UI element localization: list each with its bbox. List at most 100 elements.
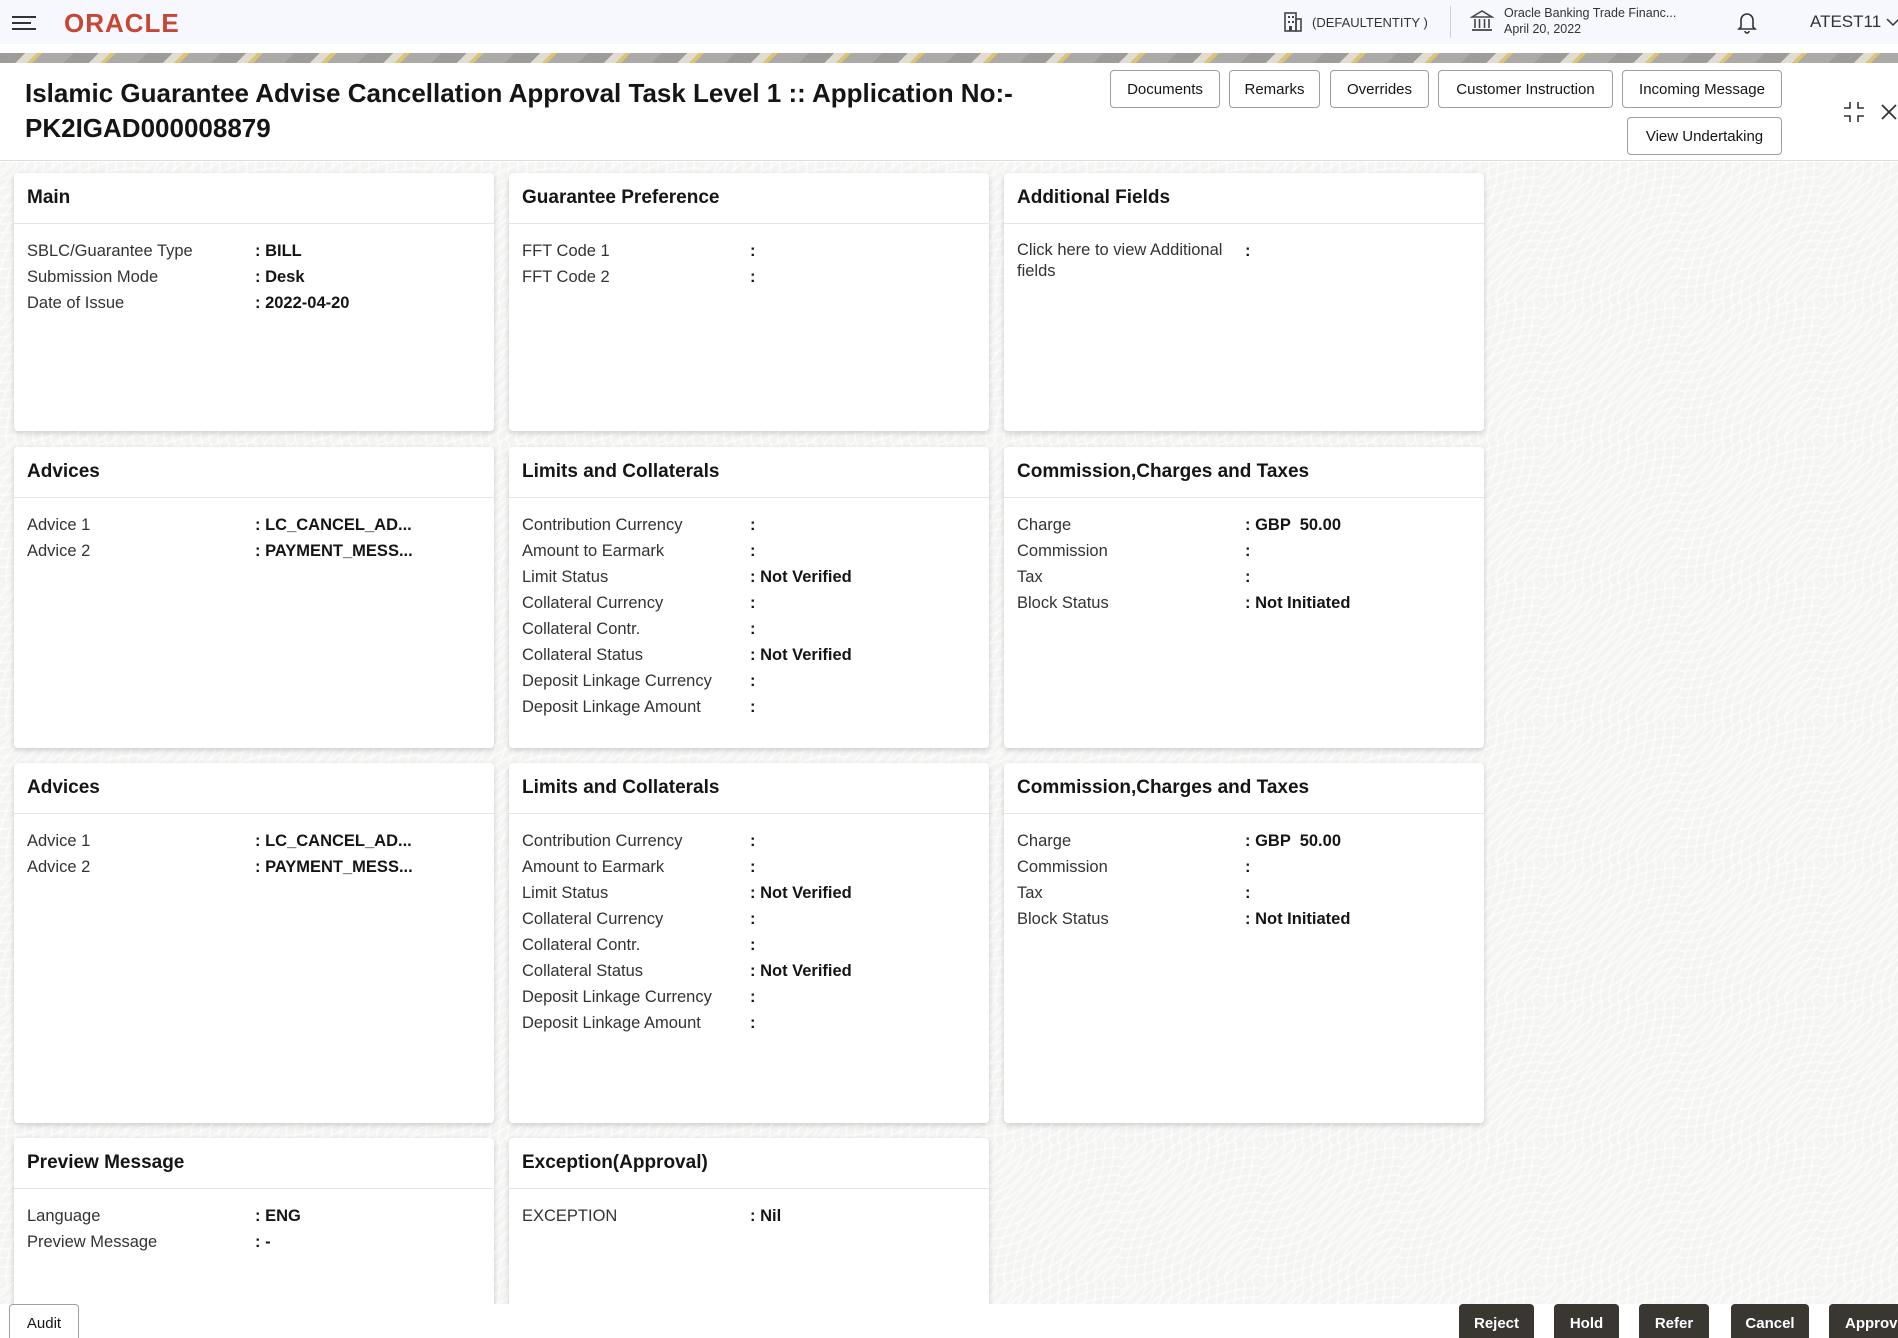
entity-selector[interactable]: (DEFAULTENTITY ) (1282, 10, 1428, 34)
field-value: : (750, 832, 756, 850)
app-name: Oracle Banking Trade Financ... (1504, 6, 1677, 20)
field-value: : Not Verified (750, 646, 852, 664)
refer-button[interactable]: Refer (1639, 1304, 1709, 1338)
approve-button[interactable]: Approve (1829, 1304, 1898, 1338)
field-value: : Nil (750, 1207, 782, 1225)
field-value: : (750, 698, 756, 716)
field-value: : (750, 516, 756, 534)
field-value: : GBP 50.00 (1245, 516, 1341, 534)
field-label: Preview Message (27, 1233, 158, 1251)
card-title: Preview Message (14, 1138, 494, 1189)
field-value: : LC_CANCEL_AD... (255, 516, 412, 534)
commission-charges-card: Commission,Charges and Taxes Charge : GBP… (1004, 447, 1484, 748)
advices-card: Advices Advice 1: LC_CANCEL_AD... Advice… (14, 447, 494, 748)
field-label: Charge (1017, 516, 1072, 534)
entity-label: (DEFAULTENTITY ) (1312, 14, 1428, 30)
card-title: Additional Fields (1004, 173, 1484, 224)
additional-fields-link[interactable]: Click here to view Additional fields (1017, 238, 1245, 282)
user-menu[interactable]: ATEST11 (1810, 12, 1898, 32)
field-value: : (750, 936, 756, 954)
top-app-bar: ORACLE (DEFAULTENTITY ) Oracle Banking T… (0, 0, 1898, 44)
field-label: Limit Status (522, 884, 609, 902)
field-value: : (750, 268, 756, 286)
field-value: : GBP 50.00 (1245, 832, 1341, 850)
field-label: Deposit Linkage Currency (522, 988, 712, 1006)
field-value: : (750, 988, 756, 1006)
field-value: : Not Verified (750, 884, 852, 902)
limits-collaterals-card: Limits and Collaterals Contribution Curr… (509, 763, 989, 1123)
page-title-line1: Islamic Guarantee Advise Cancellation Ap… (25, 78, 1013, 108)
guarantee-preference-card: Guarantee Preference FFT Code 1: FFT Cod… (509, 173, 989, 431)
field-value: : ENG (255, 1207, 301, 1225)
field-label: Advice 1 (27, 516, 91, 534)
customer-instruction-button[interactable]: Customer Instruction (1438, 70, 1613, 108)
field-label: Submission Mode (27, 268, 159, 286)
chevron-down-icon (1886, 18, 1898, 27)
app-selector[interactable]: Oracle Banking Trade Financ... April 20,… (1470, 5, 1676, 37)
page-title: Islamic Guarantee Advise Cancellation Ap… (25, 76, 1015, 146)
field-value: : (1245, 542, 1251, 560)
field-label: Advice 2 (27, 858, 91, 876)
field-value: : BILL (255, 242, 302, 260)
decorative-strip (0, 53, 1898, 63)
hold-button[interactable]: Hold (1554, 1304, 1619, 1338)
field-value: : (750, 672, 756, 690)
overrides-button[interactable]: Overrides (1330, 70, 1429, 108)
field-label: Collateral Currency (522, 910, 664, 928)
field-label: Amount to Earmark (522, 542, 665, 560)
field-label: Limit Status (522, 568, 609, 586)
additional-fields-card: Additional Fields Click here to view Add… (1004, 173, 1484, 431)
field-label: Collateral Contr. (522, 936, 641, 954)
bell-icon[interactable] (1736, 10, 1758, 34)
collapse-icon[interactable] (1842, 100, 1866, 124)
app-date: April 20, 2022 (1504, 22, 1582, 36)
field-label: Collateral Status (522, 646, 644, 664)
field-value: : Not Initiated (1245, 910, 1351, 928)
field-value: : (750, 542, 756, 560)
view-undertaking-button[interactable]: View Undertaking (1627, 117, 1782, 155)
field-label: Advice 1 (27, 832, 91, 850)
commission-charges-card: Commission,Charges and Taxes Charge: GBP… (1004, 763, 1484, 1123)
card-title: Limits and Collaterals (509, 447, 989, 498)
field-label: Deposit Linkage Currency (522, 672, 712, 690)
field-value: : Desk (255, 268, 305, 286)
field-value: : (1245, 858, 1251, 876)
close-icon[interactable] (1880, 102, 1898, 122)
field-value: : PAYMENT_MESS... (255, 542, 413, 560)
field-label: Block Status (1017, 910, 1109, 928)
field-label: SBLC/Guarantee Type (27, 242, 193, 260)
field-value: : Not Initiated (1245, 594, 1351, 612)
field-value: : (750, 910, 756, 928)
cancel-button[interactable]: Cancel (1731, 1304, 1809, 1338)
incoming-message-button[interactable]: Incoming Message (1622, 70, 1782, 108)
card-title: Commission,Charges and Taxes (1004, 447, 1484, 498)
main-card: Main SBLC/Guarantee Type: BILL Submissio… (14, 173, 494, 431)
menu-icon[interactable] (12, 12, 36, 32)
field-value: : (1245, 568, 1251, 586)
reject-button[interactable]: Reject (1459, 1304, 1534, 1338)
card-title: Exception(Approval) (509, 1138, 989, 1189)
audit-button[interactable]: Audit (9, 1304, 79, 1338)
documents-button[interactable]: Documents (1110, 70, 1220, 108)
card-title: Advices (14, 447, 494, 498)
field-label: Language (27, 1207, 101, 1225)
limits-collaterals-card: Limits and Collaterals Contribution Curr… (509, 447, 989, 748)
task-header: Islamic Guarantee Advise Cancellation Ap… (0, 64, 1898, 161)
field-label: FFT Code 1 (522, 242, 610, 260)
field-value: : (1245, 884, 1251, 902)
exception-approval-card: Exception(Approval) EXCEPTION : Nil (509, 1138, 989, 1318)
field-label: Tax (1017, 884, 1043, 902)
field-value: : LC_CANCEL_AD... (255, 832, 412, 850)
card-title: Advices (14, 763, 494, 814)
remarks-button[interactable]: Remarks (1229, 70, 1320, 108)
field-label: Deposit Linkage Amount (522, 698, 701, 716)
field-label: Collateral Status (522, 962, 644, 980)
card-title: Limits and Collaterals (509, 763, 989, 814)
field-label: EXCEPTION (522, 1207, 618, 1225)
field-label: Collateral Contr. (522, 620, 641, 638)
field-value: : (750, 858, 756, 876)
field-value: : (1245, 242, 1251, 260)
field-label: Contribution Currency (522, 832, 683, 850)
field-label: Tax (1017, 568, 1043, 586)
field-label: Block Status (1017, 594, 1109, 612)
